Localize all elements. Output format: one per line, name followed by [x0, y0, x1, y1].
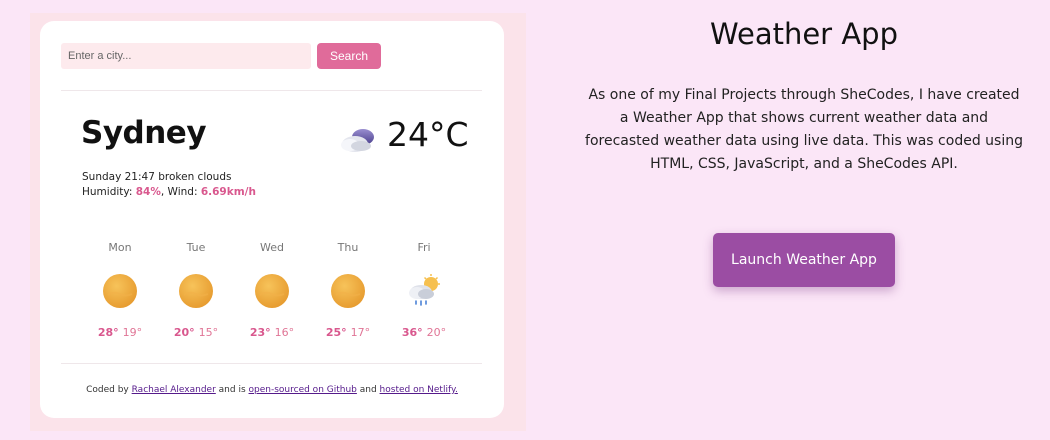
forecast-min: 20°: [426, 326, 447, 339]
wind-label: , Wind:: [160, 186, 201, 198]
forecast-temps: 36° 20°: [389, 326, 459, 339]
forecast-max: 23°: [249, 326, 271, 339]
footer-and: and: [356, 385, 380, 395]
project-title: Weather App: [710, 17, 898, 51]
forecast-day-label: Tue: [186, 241, 206, 254]
launch-weather-app-button[interactable]: Launch Weather App: [713, 233, 895, 287]
current-temperature: 24°C: [387, 115, 469, 154]
forecast-temps: 28° 19°: [85, 326, 155, 339]
forecast-temps: 25° 17°: [313, 326, 383, 339]
sun-icon: [331, 274, 365, 308]
sun-icon: [255, 274, 289, 308]
wind-value: 6.69km/h: [200, 186, 256, 198]
city-name: Sydney: [81, 115, 207, 151]
humidity-value: 84%: [135, 186, 161, 198]
humidity-wind-line: Humidity: 84%, Wind: 6.69km/h: [82, 185, 256, 200]
github-link[interactable]: open-sourced on Github: [249, 385, 357, 395]
bottom-divider: [61, 363, 482, 364]
forecast-temps: 20° 15°: [161, 326, 231, 339]
forecast-day-label: Mon: [108, 241, 132, 254]
footer-credits: Coded by Rachael Alexander and is open-s…: [40, 385, 504, 395]
forecast-min: 15°: [198, 326, 219, 339]
weather-details: Sunday 21:47 broken clouds Humidity: 84%…: [82, 170, 256, 200]
netlify-link[interactable]: hosted on Netlify.: [380, 385, 458, 395]
forecast-max: 28°: [97, 326, 119, 339]
top-divider: [61, 90, 482, 91]
forecast-day-label: Fri: [417, 241, 431, 254]
weather-app-card: Search Sydney 24°C Sunday 21:47 broken c…: [40, 21, 504, 418]
forecast-min: 19°: [122, 326, 143, 339]
humidity-label: Humidity:: [82, 186, 136, 198]
author-link[interactable]: Rachael Alexander: [132, 385, 216, 395]
forecast-day-label: Wed: [260, 241, 284, 254]
footer-middle: and is: [215, 385, 249, 395]
sun-icon: [103, 274, 137, 308]
forecast-temps: 23° 16°: [237, 326, 307, 339]
project-description: As one of my Final Projects through SheC…: [585, 87, 1023, 172]
forecast-max: 20°: [173, 326, 195, 339]
sun-icon: [179, 274, 213, 308]
city-search-input[interactable]: [61, 43, 311, 69]
forecast-day-label: Thu: [337, 241, 359, 254]
forecast-min: 17°: [350, 326, 371, 339]
night-cloud-icon: [341, 129, 374, 152]
rain-cloud-icon: [409, 274, 440, 306]
forecast-max: 25°: [325, 326, 347, 339]
forecast-max: 36°: [401, 326, 423, 339]
date-description: Sunday 21:47 broken clouds: [82, 171, 232, 183]
search-button[interactable]: Search: [317, 43, 381, 69]
forecast-min: 16°: [274, 326, 295, 339]
footer-prefix: Coded by: [86, 385, 132, 395]
